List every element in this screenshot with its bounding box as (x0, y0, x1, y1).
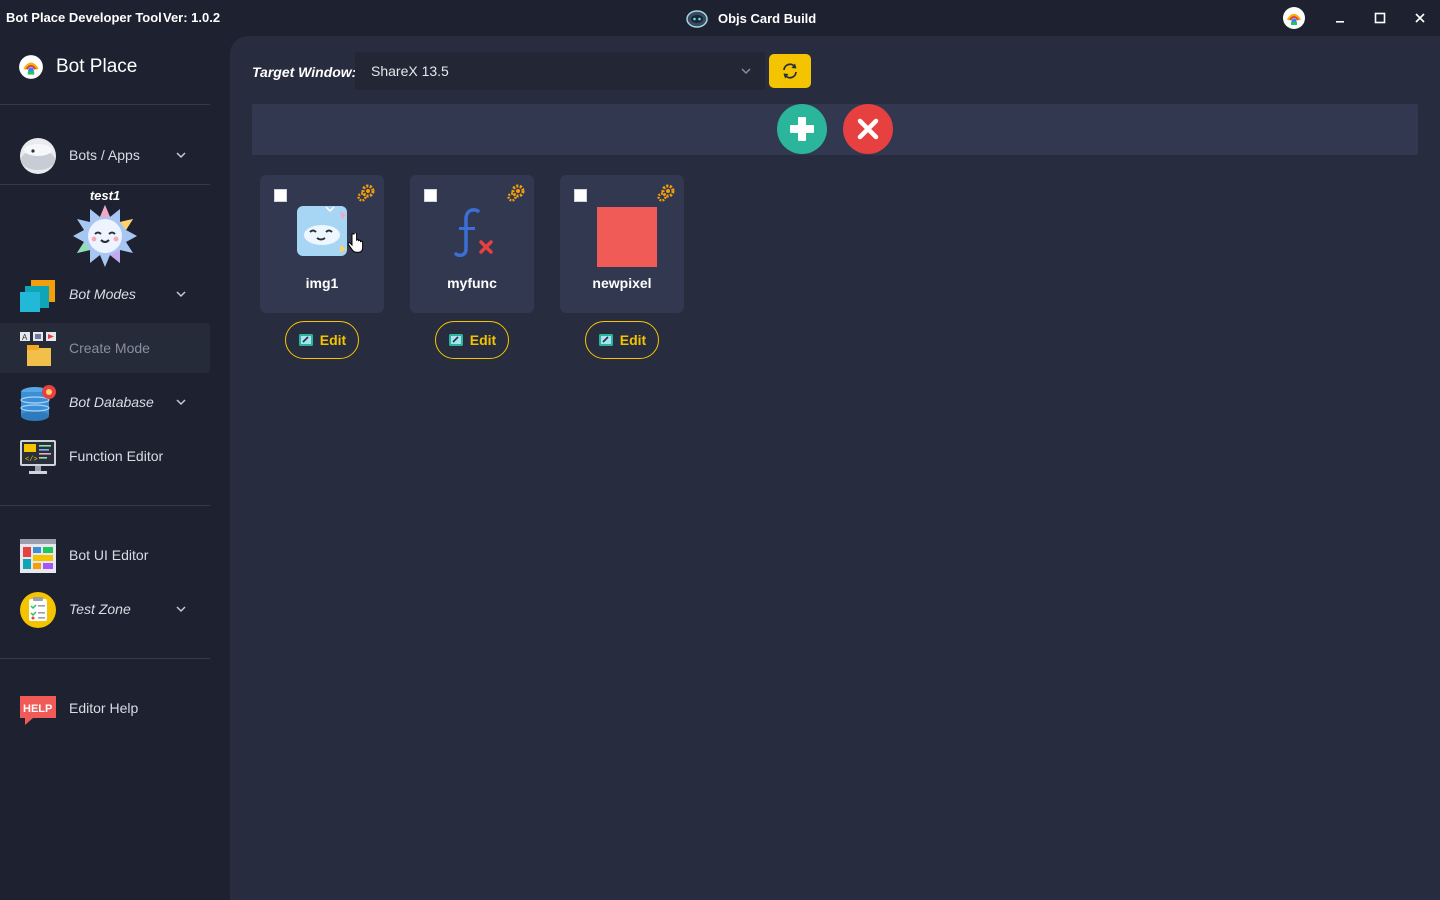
sidebar-item-label: Function Editor (69, 448, 164, 464)
card-name: newpixel (592, 275, 652, 291)
sidebar-item-editor-help[interactable]: HELP Editor Help (0, 683, 210, 733)
card-checkbox[interactable] (274, 189, 287, 202)
sidebar-item-bot-modes[interactable]: Bot Modes (0, 269, 210, 319)
sidebar-item-function-editor[interactable]: </> Function Editor (0, 431, 210, 481)
sidebar-item-label: Bot Database (69, 394, 154, 410)
divider (0, 658, 210, 659)
edit-button-myfunc[interactable]: Edit (435, 321, 509, 359)
action-bar (252, 104, 1418, 155)
minimize-icon[interactable] (1328, 6, 1352, 30)
bot-user[interactable]: test1 (70, 188, 140, 274)
svg-text:A: A (22, 333, 28, 342)
database-icon (20, 385, 56, 421)
botplace-logo-icon[interactable] (1282, 6, 1306, 30)
chevron-down-icon (176, 606, 186, 613)
function-thumb (454, 208, 493, 257)
object-card-myfunc[interactable]: myfunc (410, 175, 534, 313)
sidebar-item-label: Create Mode (69, 340, 150, 356)
modes-icon (20, 280, 55, 312)
edit-label: Edit (319, 332, 347, 348)
edit-image-icon (598, 334, 613, 346)
help-icon: HELP (20, 696, 56, 725)
edit-button-img1[interactable]: Edit (285, 321, 359, 359)
card-name: myfunc (447, 275, 497, 291)
divider (0, 104, 210, 105)
refresh-button[interactable] (769, 54, 811, 88)
sidebar-item-bots-apps[interactable]: Bots / Apps (0, 130, 210, 180)
sidebar-item-label: Bot Modes (69, 286, 136, 302)
app-title: Bot Place Developer Tool (6, 10, 162, 25)
target-window-select[interactable]: ShareX 13.5 (355, 52, 765, 90)
brand-label: Bot Place (56, 56, 138, 77)
sidebar: Bot Place Bots / Apps test1 Bot Modes A … (0, 36, 230, 900)
window-title: Objs Card Build (686, 8, 816, 28)
function-editor-icon: </> (20, 440, 56, 474)
target-window-label: Target Window: (252, 64, 357, 80)
chevron-down-icon (176, 291, 186, 298)
cursor-icon (348, 233, 364, 253)
main-panel: Target Window: ShareX 13.5 img1 myfunc n… (230, 36, 1440, 900)
app-version: Ver: 1.0.2 (163, 10, 221, 25)
divider (0, 184, 210, 185)
close-icon[interactable] (1408, 6, 1432, 30)
remove-button[interactable] (843, 104, 893, 154)
sidebar-item-test-zone[interactable]: Test Zone (0, 584, 210, 634)
bot-user-name: test1 (89, 188, 121, 203)
brand[interactable]: Bot Place (18, 54, 137, 80)
bot-avatar-icon (73, 205, 137, 267)
test-zone-icon (20, 592, 56, 628)
card-name: img1 (305, 275, 339, 291)
chevron-down-icon (741, 68, 751, 75)
edit-image-icon (448, 334, 463, 346)
refresh-icon (783, 63, 797, 79)
sidebar-item-label: Editor Help (69, 700, 139, 716)
sidebar-item-label: Test Zone (69, 601, 131, 617)
chevron-down-icon (176, 152, 186, 159)
edit-label: Edit (469, 332, 497, 348)
title-bar: Bot Place Developer Tool Ver: 1.0.2 Objs… (0, 0, 1440, 36)
sidebar-item-bot-database[interactable]: Bot Database (0, 377, 210, 427)
sidebar-item-label: Bot UI Editor (69, 547, 149, 563)
card-checkbox[interactable] (574, 189, 587, 202)
edit-label: Edit (619, 332, 647, 348)
divider (0, 505, 210, 506)
add-button[interactable] (777, 104, 827, 154)
botplace-logo-icon (19, 55, 43, 79)
bot-globe-icon (20, 138, 56, 174)
svg-text:HELP: HELP (23, 703, 52, 715)
sidebar-item-label: Bots / Apps (69, 147, 140, 163)
edit-image-icon (298, 334, 313, 346)
pixel-thumb (597, 207, 657, 267)
gear-icon[interactable] (356, 183, 376, 203)
bot-head-icon (686, 10, 708, 28)
ui-editor-icon (20, 539, 56, 573)
sidebar-item-bot-ui-editor[interactable]: Bot UI Editor (0, 530, 210, 580)
sidebar-item-create-mode[interactable]: A Create Mode (0, 323, 210, 373)
maximize-icon[interactable] (1368, 6, 1392, 30)
close-icon (857, 118, 879, 140)
card-checkbox[interactable] (424, 189, 437, 202)
object-card-img1[interactable]: img1 (260, 175, 384, 313)
edit-button-newpixel[interactable]: Edit (585, 321, 659, 359)
gear-icon[interactable] (506, 183, 526, 203)
target-window-value: ShareX 13.5 (371, 63, 449, 79)
gear-icon[interactable] (656, 183, 676, 203)
window-title-label: Objs Card Build (718, 10, 817, 26)
plus-icon (790, 117, 814, 141)
object-card-newpixel[interactable]: newpixel (560, 175, 684, 313)
image-thumb (297, 206, 347, 256)
create-mode-icon: A (20, 332, 56, 366)
svg-text:</>: </> (25, 456, 38, 464)
chevron-down-icon (176, 399, 186, 406)
